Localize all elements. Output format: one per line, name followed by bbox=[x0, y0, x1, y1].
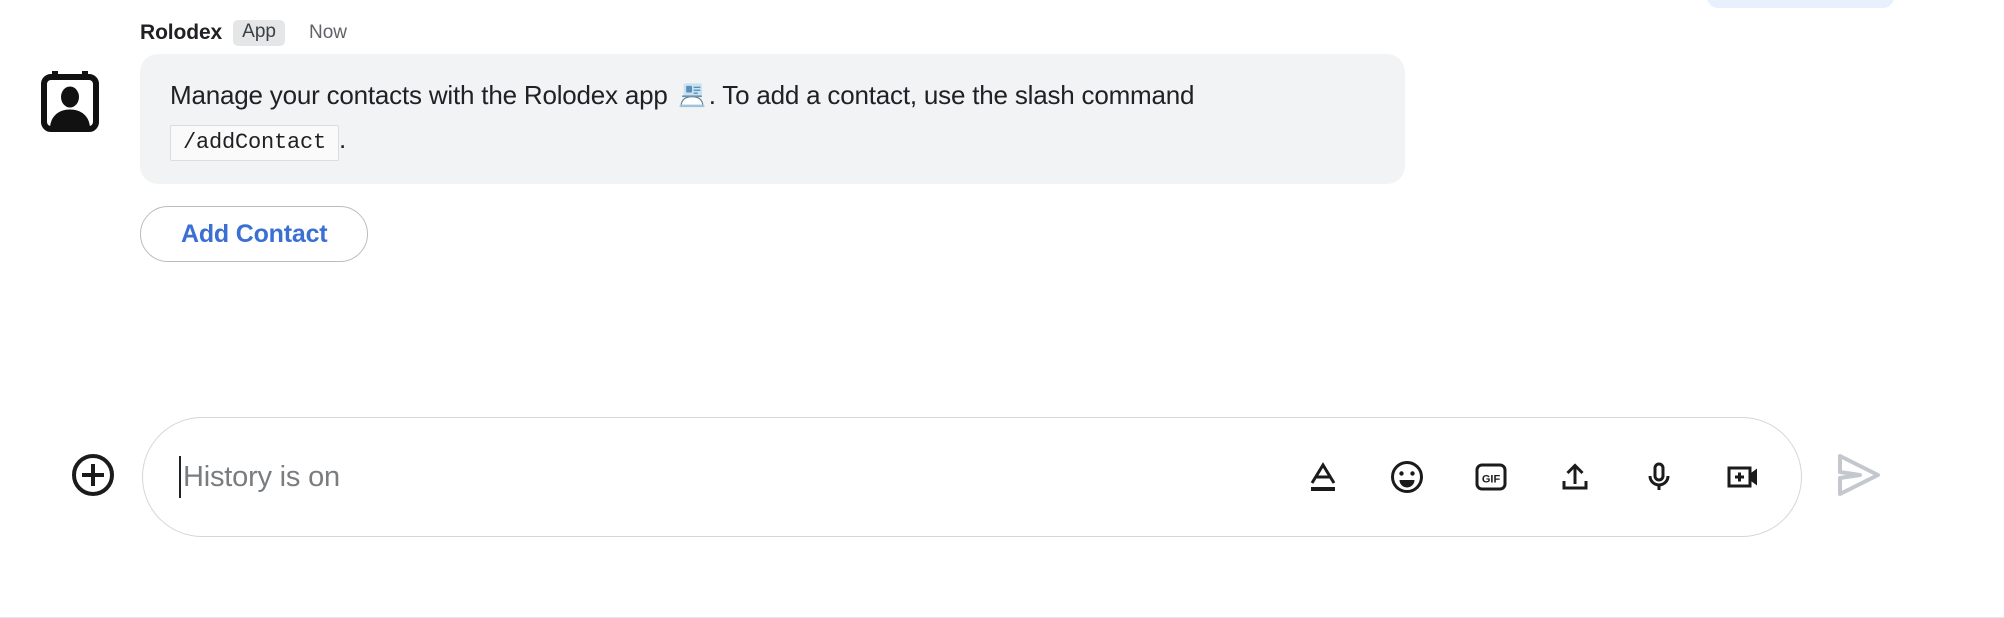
message-bubble: Manage your contacts with the Rolodex ap… bbox=[140, 54, 1405, 185]
message-content: Rolodex App Now Manage your contacts wit… bbox=[140, 20, 2004, 263]
message-input-placeholder: History is on bbox=[183, 460, 340, 493]
send-icon bbox=[1830, 446, 1888, 509]
message-text-part-1: Manage your contacts with the Rolodex ap… bbox=[170, 80, 675, 110]
upload-file-icon[interactable] bbox=[1555, 457, 1595, 497]
sender-name: Rolodex bbox=[140, 21, 223, 44]
emoji-icon[interactable] bbox=[1387, 457, 1427, 497]
message-text-part-2: . To add a contact, use the slash comman… bbox=[708, 80, 1195, 110]
add-video-icon[interactable] bbox=[1723, 457, 1763, 497]
cut-off-pill bbox=[1707, 0, 1894, 8]
plus-circle-icon bbox=[69, 451, 117, 504]
message-actions: Add Contact bbox=[140, 206, 1964, 263]
svg-text:GIF: GIF bbox=[1482, 474, 1501, 486]
send-button[interactable] bbox=[1822, 446, 1896, 509]
message-input-container[interactable]: History is on GIF bbox=[142, 417, 1802, 537]
microphone-icon[interactable] bbox=[1639, 457, 1679, 497]
format-text-icon[interactable] bbox=[1303, 457, 1343, 497]
slash-command-code: /addContact bbox=[170, 125, 340, 162]
message-timestamp: Now bbox=[308, 22, 347, 43]
avatar bbox=[0, 20, 140, 132]
message-composer: History is on GIF bbox=[0, 412, 2004, 542]
chat-message: Rolodex App Now Manage your contacts wit… bbox=[0, 20, 2004, 263]
add-attachment-button[interactable] bbox=[58, 451, 128, 504]
message-text-part-3: . bbox=[339, 124, 347, 155]
composer-toolbar: GIF bbox=[1303, 457, 1763, 497]
gif-icon[interactable]: GIF bbox=[1471, 457, 1511, 497]
app-badge: App bbox=[233, 20, 285, 46]
message-header: Rolodex App Now bbox=[140, 20, 1964, 46]
add-contact-button[interactable]: Add Contact bbox=[140, 206, 369, 263]
contact-card-icon bbox=[38, 68, 102, 132]
card-index-emoji bbox=[677, 80, 707, 120]
text-cursor bbox=[179, 456, 181, 498]
